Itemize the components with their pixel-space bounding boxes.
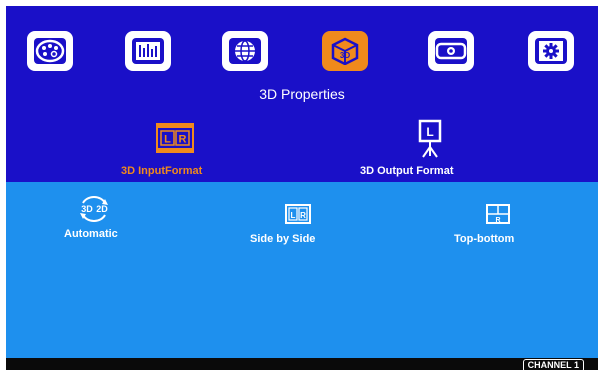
- page-title: 3D Properties: [259, 86, 345, 102]
- options-panel: 3D 2D Automatic L R Side by Side R Top-b…: [6, 182, 598, 358]
- auto-3d-2d-icon: 3D 2D: [80, 196, 108, 222]
- equalizer-icon: [132, 38, 164, 64]
- projector-icon: [435, 38, 467, 64]
- svg-text:3D: 3D: [81, 204, 93, 214]
- svg-text:L: L: [291, 211, 296, 220]
- svg-text:L: L: [426, 125, 433, 139]
- option-side-by-side-label: Side by Side: [250, 233, 316, 245]
- input-format-label: 3D InputFormat: [121, 165, 203, 177]
- svg-text:R: R: [300, 211, 306, 220]
- cube-3d-icon: 3D: [329, 37, 361, 65]
- palette-icon: [34, 38, 66, 64]
- tab-settings[interactable]: [528, 31, 574, 71]
- screen-stand-icon: L: [418, 119, 442, 158]
- svg-text:L: L: [164, 134, 171, 146]
- status-bar: [6, 358, 598, 370]
- side-by-side-icon: L R: [285, 204, 311, 224]
- gear-icon: [535, 38, 567, 64]
- tab-color[interactable]: [27, 31, 73, 71]
- option-automatic-label: Automatic: [64, 228, 118, 240]
- tab-projector[interactable]: [428, 31, 474, 71]
- channel-badge: CHANNEL 1: [522, 359, 584, 370]
- tab-network[interactable]: [222, 31, 268, 71]
- output-format-label: 3D Output Format: [360, 165, 454, 177]
- option-top-bottom-label: Top-bottom: [454, 233, 515, 245]
- tab-3d[interactable]: 3D: [322, 31, 368, 71]
- osd-screen: 3D 3D Properties L R 3D InputFormat L 3D…: [6, 6, 598, 370]
- tab-picture[interactable]: [125, 31, 171, 71]
- lr-input-icon: L R: [156, 123, 194, 153]
- svg-text:R: R: [179, 134, 187, 146]
- globe-icon: [229, 38, 261, 64]
- svg-text:3D: 3D: [340, 51, 350, 60]
- top-menu-panel: 3D 3D Properties L R 3D InputFormat L 3D…: [6, 6, 598, 182]
- top-bottom-icon: R: [486, 204, 510, 224]
- svg-text:2D: 2D: [96, 204, 108, 214]
- svg-text:R: R: [495, 217, 500, 224]
